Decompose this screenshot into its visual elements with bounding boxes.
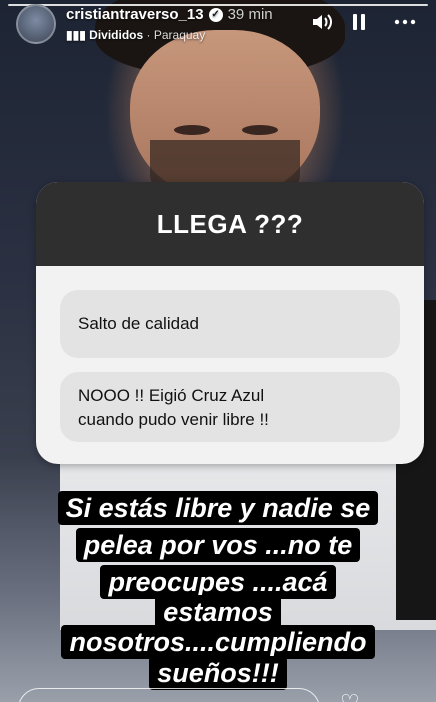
caption-line: sueños!!!	[0, 656, 436, 690]
verified-badge-icon: ✓	[208, 7, 223, 22]
response-bubble: Salto de calidad	[60, 290, 400, 358]
caption-line: estamos	[0, 595, 436, 629]
story-view: cristiantraverso_13 ✓ 39 min ▮▮▮ Dividid…	[0, 0, 436, 702]
music-track: Paraquay	[153, 28, 206, 42]
pause-icon[interactable]	[351, 12, 367, 36]
reply-input[interactable]	[18, 688, 320, 702]
story-header-user[interactable]: cristiantraverso_13 ✓ 39 min	[66, 6, 273, 23]
caption-line: preocupes ....acá	[0, 565, 436, 599]
response-text-line1: NOOO !! Eigió Cruz Azul	[78, 386, 265, 405]
question-sticker: LLEGA ??? Salto de calidad NOOO !! Eigió…	[36, 182, 424, 464]
response-text-line2: cuando pudo venir libre !!	[78, 410, 269, 429]
music-bars-icon: ▮▮▮	[66, 28, 86, 42]
post-time: 39 min	[227, 6, 273, 23]
caption-line: nosotros....cumpliendo	[0, 625, 436, 659]
caption-line: pelea por vos ...no te	[0, 528, 436, 562]
music-sticker[interactable]: ▮▮▮ Divididos · Paraquay	[66, 28, 205, 42]
question-title: LLEGA ???	[36, 182, 424, 266]
avatar[interactable]	[16, 4, 56, 44]
more-options-icon[interactable]	[394, 12, 416, 36]
photo-eye-right	[242, 125, 278, 135]
music-artist: Divididos	[89, 28, 144, 42]
username[interactable]: cristiantraverso_13	[66, 6, 204, 23]
caption-line: Si estás libre y nadie se	[0, 491, 436, 525]
response-bubble: NOOO !! Eigió Cruz Azul cuando pudo veni…	[60, 372, 400, 442]
speaker-icon[interactable]	[311, 12, 333, 36]
heart-icon[interactable]: ♡	[340, 690, 360, 702]
photo-eye-left	[174, 125, 210, 135]
response-text: Salto de calidad	[78, 314, 199, 333]
